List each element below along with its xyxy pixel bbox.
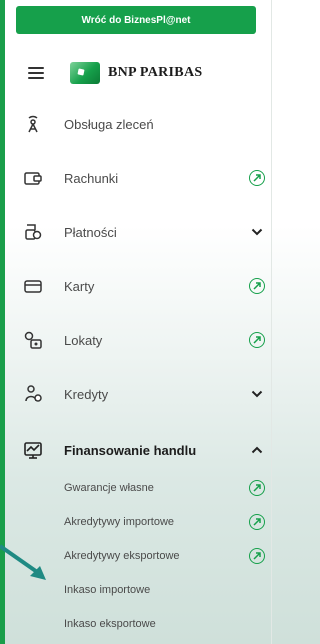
external-link-icon[interactable] xyxy=(248,331,266,349)
external-link-icon[interactable] xyxy=(248,479,266,497)
submenu-item-inkaso-eksportowe[interactable]: Inkaso eksportowe xyxy=(64,610,254,638)
menu-item-obsluga-zlecen[interactable]: Obsługa zleceń xyxy=(22,104,276,144)
chevron-down-icon[interactable] xyxy=(248,385,266,403)
menu-item-label: Obsługa zleceń xyxy=(64,116,154,132)
bnp-logo-icon xyxy=(70,62,100,84)
chevron-up-icon[interactable] xyxy=(248,441,266,459)
submenu-item-akredytywy-eksportowe[interactable]: Akredytywy eksportowe xyxy=(64,542,265,570)
menu-item-finansowanie-handlu[interactable]: Finansowanie handlu xyxy=(22,430,276,470)
external-link-icon[interactable] xyxy=(248,169,266,187)
external-link-icon[interactable] xyxy=(248,277,266,295)
submenu-item-label: Akredytywy eksportowe xyxy=(64,550,180,562)
submenu-item-label: Inkaso eksportowe xyxy=(64,618,156,630)
menu-item-label: Karty xyxy=(64,278,95,294)
menu-item-label: Lokaty xyxy=(64,332,103,348)
back-to-biznesplanet-label: Wróć do BiznesPl@net xyxy=(81,14,191,26)
chevron-down-icon[interactable] xyxy=(248,223,266,241)
menu-item-label: Płatności xyxy=(64,224,117,240)
hamburger-menu-icon[interactable] xyxy=(28,67,44,79)
menu-item-label: Finansowanie handlu xyxy=(64,442,197,458)
menu-item-label: Rachunki xyxy=(64,170,119,186)
submenu-item-akredytywy-importowe[interactable]: Akredytywy importowe xyxy=(64,508,265,536)
menu-item-rachunki[interactable]: Rachunki xyxy=(22,158,276,198)
payments-icon xyxy=(22,221,44,243)
submenu-item-label: Gwarancje własne xyxy=(64,482,154,494)
menu-item-lokaty[interactable]: Lokaty xyxy=(22,320,276,360)
header: BNP PARIBAS xyxy=(28,56,258,90)
trade-chart-icon xyxy=(22,439,44,461)
deposit-icon xyxy=(22,329,44,351)
submenu-item-gwarancje-wlasne[interactable]: Gwarancje własne xyxy=(64,474,265,502)
menu-item-karty[interactable]: Karty xyxy=(22,266,276,306)
antenna-icon xyxy=(22,113,44,135)
external-link-icon[interactable] xyxy=(248,513,266,531)
menu-item-kredyty[interactable]: Kredyty xyxy=(22,374,276,414)
loan-icon xyxy=(22,383,44,405)
submenu-item-label: Akredytywy importowe xyxy=(64,516,175,528)
menu-item-label: Kredyty xyxy=(64,386,109,402)
account-icon xyxy=(22,167,44,189)
brand-name: BNP PARIBAS xyxy=(108,65,203,80)
submenu-item-label: Inkaso importowe xyxy=(64,584,151,596)
external-link-icon[interactable] xyxy=(248,547,266,565)
card-icon xyxy=(22,275,44,297)
back-to-biznesplanet-button[interactable]: Wróć do BiznesPl@net xyxy=(16,6,256,34)
pointer-arrow-icon xyxy=(0,544,46,580)
menu-item-platnosci[interactable]: Płatności xyxy=(22,212,276,252)
submenu-item-inkaso-importowe[interactable]: Inkaso importowe xyxy=(64,576,254,604)
